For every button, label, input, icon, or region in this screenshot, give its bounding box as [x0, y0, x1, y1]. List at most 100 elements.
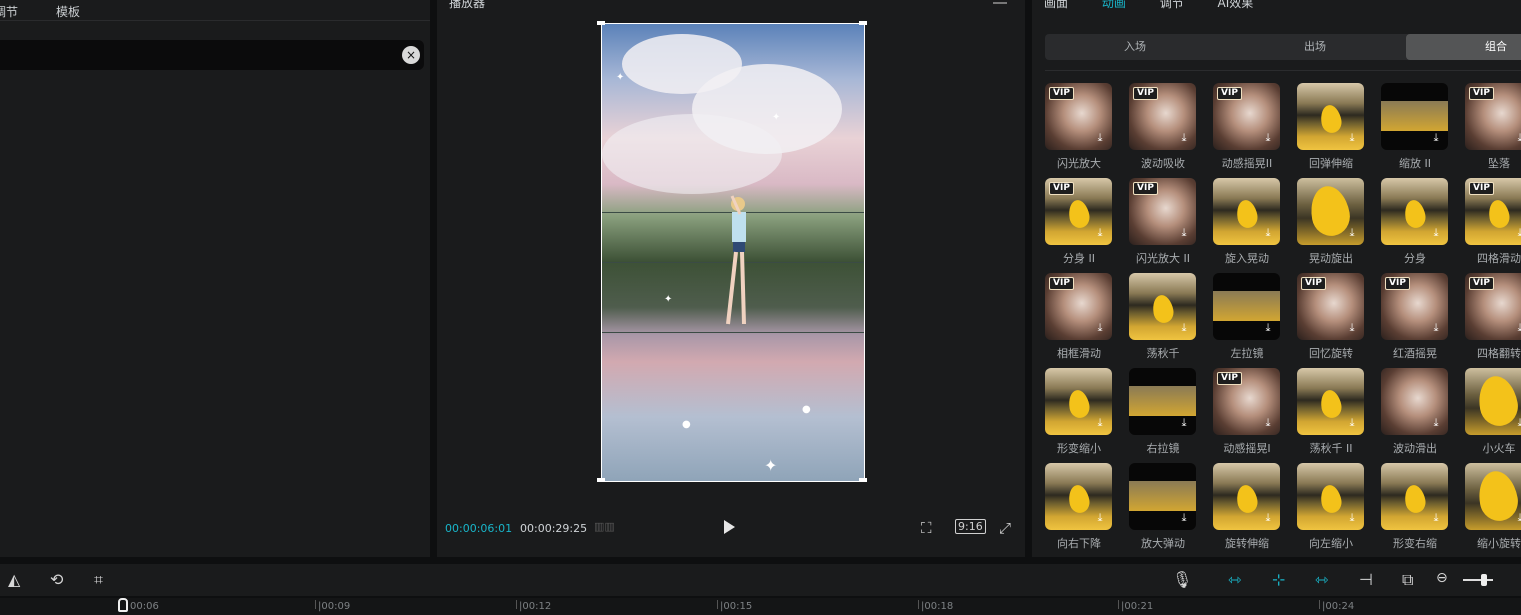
segment-out[interactable]: 出场 [1225, 34, 1405, 60]
download-icon[interactable]: ⤓ [1261, 321, 1275, 335]
animation-item[interactable]: VIP ⤓ 闪光放大 II [1129, 178, 1197, 266]
segment-combo[interactable]: 组合 [1406, 34, 1521, 60]
animation-item[interactable]: ⤓ 向右下降 [1045, 463, 1113, 551]
animation-item[interactable]: VIP ⤓ 四格滑动 [1465, 178, 1521, 266]
animation-item[interactable]: ⤓ 荡秋千 II [1297, 368, 1365, 456]
microphone-icon[interactable]: 🎙 [1172, 570, 1192, 589]
animation-item[interactable]: VIP ⤓ 波动吸收 [1129, 83, 1197, 171]
animation-item[interactable]: ⤓ 小火车 [1465, 368, 1521, 456]
animation-thumbnail[interactable]: VIP ⤓ [1129, 178, 1196, 245]
download-icon[interactable]: ⤓ [1093, 511, 1107, 525]
animation-thumbnail[interactable]: ⤓ [1045, 463, 1112, 530]
search-input[interactable]: × [0, 40, 424, 70]
split-icon[interactable]: ⊣ [1359, 570, 1373, 589]
download-icon[interactable]: ⤓ [1429, 226, 1443, 240]
animation-thumbnail[interactable]: ⤓ [1213, 463, 1280, 530]
ratio-button[interactable]: 9:16 [955, 519, 986, 534]
animation-thumbnail[interactable]: VIP ⤓ [1465, 83, 1521, 150]
animation-item[interactable]: ⤓ 晃动旋出 [1297, 178, 1365, 266]
animation-item[interactable]: ⤓ 缩小旋转 [1465, 463, 1521, 551]
download-icon[interactable]: ⤓ [1261, 226, 1275, 240]
rotate-icon[interactable]: ⟲ [50, 570, 63, 589]
download-icon[interactable]: ⤓ [1429, 131, 1443, 145]
animation-item[interactable]: ⤓ 左拉镜 [1213, 273, 1281, 361]
download-icon[interactable]: ⤓ [1345, 511, 1359, 525]
animation-thumbnail[interactable]: ⤓ [1045, 368, 1112, 435]
preview-axis-icon[interactable]: ⧉ [1402, 570, 1413, 590]
download-icon[interactable]: ⤓ [1177, 131, 1191, 145]
download-icon[interactable]: ⤓ [1345, 416, 1359, 430]
download-icon[interactable]: ⤓ [1429, 511, 1443, 525]
animation-item[interactable]: ⤓ 向左缩小 [1297, 463, 1365, 551]
animation-thumbnail[interactable]: VIP ⤓ [1381, 273, 1448, 340]
download-icon[interactable]: ⤓ [1177, 226, 1191, 240]
mirror-icon[interactable]: ◭ [8, 570, 20, 589]
screenshot-icon[interactable]: ⛶ [921, 519, 932, 537]
crop-icon[interactable]: ⌗ [94, 570, 103, 590]
animation-item[interactable]: VIP ⤓ 相框滑动 [1045, 273, 1113, 361]
tab-animation[interactable]: 动画 [1102, 0, 1126, 10]
link-icon[interactable]: ⇿ [1315, 570, 1328, 589]
animation-thumbnail[interactable]: VIP ⤓ [1129, 83, 1196, 150]
download-icon[interactable]: ⤓ [1261, 131, 1275, 145]
animation-thumbnail[interactable]: VIP ⤓ [1213, 83, 1280, 150]
link-main-track-icon[interactable]: ⇿ [1228, 570, 1241, 589]
download-icon[interactable]: ⤓ [1093, 321, 1107, 335]
tab-image[interactable]: 画面 [1044, 0, 1068, 10]
download-icon[interactable]: ⤓ [1177, 416, 1191, 430]
animation-thumbnail[interactable]: ⤓ [1297, 463, 1364, 530]
animation-item[interactable]: ⤓ 荡秋千 [1129, 273, 1197, 361]
download-icon[interactable]: ⤓ [1261, 511, 1275, 525]
animation-thumbnail[interactable]: ⤓ [1381, 83, 1448, 150]
animation-item[interactable]: ⤓ 波动滑出 [1381, 368, 1449, 456]
download-icon[interactable]: ⤓ [1345, 226, 1359, 240]
download-icon[interactable]: ⤓ [1261, 416, 1275, 430]
play-icon[interactable] [724, 520, 735, 534]
animation-item[interactable]: VIP ⤓ 红酒摇晃 [1381, 273, 1449, 361]
animation-item[interactable]: VIP ⤓ 闪光放大 [1045, 83, 1113, 171]
download-icon[interactable]: ⤓ [1093, 131, 1107, 145]
zoom-slider[interactable] [1463, 574, 1493, 586]
animation-thumbnail[interactable]: VIP ⤓ [1465, 178, 1521, 245]
auto-snap-icon[interactable]: ⊹ [1272, 570, 1285, 589]
timeline-ruler[interactable]: 00:06 |00:09 |00:12 |00:15 |00:18 |00:21… [0, 598, 1521, 615]
animation-thumbnail[interactable]: ⤓ [1297, 178, 1364, 245]
animation-thumbnail[interactable]: ⤓ [1297, 83, 1364, 150]
download-icon[interactable]: ⤓ [1513, 131, 1521, 145]
animation-item[interactable]: ⤓ 旋入晃动 [1213, 178, 1281, 266]
zoom-out-icon[interactable]: ⊖ [1436, 570, 1448, 586]
download-icon[interactable]: ⤓ [1093, 416, 1107, 430]
tab-template[interactable]: 模板 [56, 3, 80, 20]
tab-ai-effects[interactable]: AI效果 [1218, 0, 1254, 10]
download-icon[interactable]: ⤓ [1513, 226, 1521, 240]
animation-item[interactable]: VIP ⤓ 动感摇晃I [1213, 368, 1281, 456]
download-icon[interactable]: ⤓ [1513, 511, 1521, 525]
fullscreen-icon[interactable]: ⤢ [999, 519, 1011, 537]
animation-item[interactable]: ⤓ 形变缩小 [1045, 368, 1113, 456]
download-icon[interactable]: ⤓ [1513, 416, 1521, 430]
animation-thumbnail[interactable]: ⤓ [1213, 178, 1280, 245]
animation-thumbnail[interactable]: VIP ⤓ [1213, 368, 1280, 435]
animation-thumbnail[interactable]: ⤓ [1129, 368, 1196, 435]
animation-thumbnail[interactable]: ⤓ [1465, 368, 1521, 435]
animation-item[interactable]: ⤓ 旋转伸缩 [1213, 463, 1281, 551]
animation-thumbnail[interactable]: ⤓ [1297, 368, 1364, 435]
animation-thumbnail[interactable]: ⤓ [1129, 463, 1196, 530]
animation-thumbnail[interactable]: ⤓ [1129, 273, 1196, 340]
download-icon[interactable]: ⤓ [1513, 321, 1521, 335]
animation-item[interactable]: ⤓ 放大弹动 [1129, 463, 1197, 551]
animation-item[interactable]: ⤓ 缩放 II [1381, 83, 1449, 171]
animation-item[interactable]: ⤓ 回弹伸缩 [1297, 83, 1365, 171]
animation-thumbnail[interactable]: ⤓ [1381, 463, 1448, 530]
animation-thumbnail[interactable]: VIP ⤓ [1297, 273, 1364, 340]
animation-item[interactable]: VIP ⤓ 四格翻转 [1465, 273, 1521, 361]
download-icon[interactable]: ⤓ [1177, 321, 1191, 335]
animation-item[interactable]: VIP ⤓ 动感摇晃II [1213, 83, 1281, 171]
animation-thumbnail[interactable]: ⤓ [1465, 463, 1521, 530]
animation-thumbnail[interactable]: ⤓ [1213, 273, 1280, 340]
download-icon[interactable]: ⤓ [1429, 416, 1443, 430]
download-icon[interactable]: ⤓ [1177, 511, 1191, 525]
animation-thumbnail[interactable]: VIP ⤓ [1045, 83, 1112, 150]
download-icon[interactable]: ⤓ [1093, 226, 1107, 240]
animation-thumbnail[interactable]: VIP ⤓ [1045, 273, 1112, 340]
